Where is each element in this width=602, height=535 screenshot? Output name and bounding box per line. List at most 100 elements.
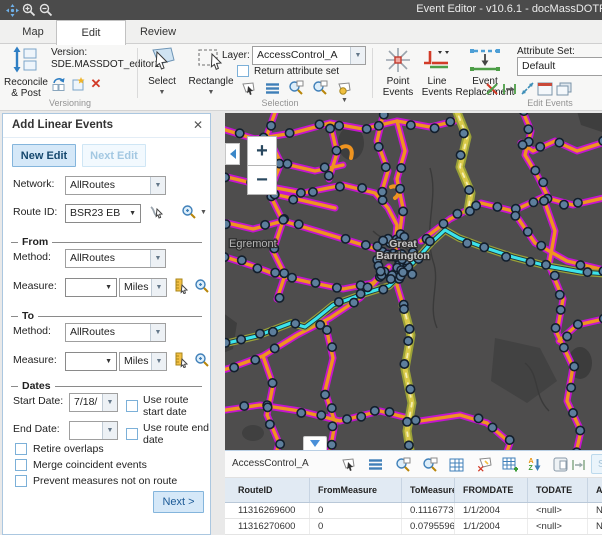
next-button[interactable]: Next >: [153, 491, 204, 513]
route-zoom-caret[interactable]: ▼: [200, 209, 207, 216]
table-zoom-to-selection-icon[interactable]: [394, 456, 411, 473]
from-method-caret[interactable]: ▼: [150, 250, 165, 267]
table-list-icon[interactable]: [367, 456, 384, 473]
attribute-window-icon[interactable]: [537, 81, 553, 97]
table-select-icon[interactable]: [340, 456, 357, 473]
point-events-button[interactable]: Point Events: [379, 47, 417, 98]
delete-version-icon[interactable]: ✕: [88, 76, 104, 92]
retire-overlaps-checkbox[interactable]: [15, 443, 27, 455]
column-header-routeid[interactable]: RouteID: [225, 478, 310, 502]
from-measure-picker-icon[interactable]: [173, 278, 189, 294]
panel-title: Add Linear Events: [12, 119, 113, 131]
save-button[interactable]: Save: [591, 454, 602, 474]
column-header-fromdate[interactable]: FROMDATE: [455, 478, 528, 502]
end-date-label: End Date:: [13, 423, 60, 435]
pan-icon[interactable]: [4, 2, 20, 18]
end-date-input[interactable]: ▼: [69, 421, 118, 440]
split-route-icon[interactable]: [519, 81, 535, 97]
start-date-input[interactable]: 7/18/ ▼: [69, 393, 118, 412]
column-header-accesscontrol[interactable]: AC: [588, 478, 602, 502]
split-event-icon[interactable]: [484, 81, 500, 97]
move-measures-icon[interactable]: [501, 81, 517, 97]
select-dropdown-caret[interactable]: ▼: [159, 87, 166, 98]
map-canvas: Egremont Great Barrington: [225, 113, 602, 450]
next-edit-button[interactable]: Next Edit: [82, 144, 146, 167]
table-sort-icon[interactable]: AZ: [526, 456, 543, 473]
table-row[interactable]: 11316269600 0 0.1116773 1/1/2004 <null> …: [225, 503, 602, 519]
from-method-select[interactable]: AllRoutes ▼: [65, 249, 166, 268]
layer-select-caret[interactable]: ▼: [350, 47, 365, 64]
tab-map[interactable]: Map: [10, 20, 56, 44]
line-events-button[interactable]: Line Events: [418, 47, 456, 98]
zoom-out-icon[interactable]: [38, 2, 54, 18]
column-header-todate[interactable]: TODATE: [528, 478, 588, 502]
use-route-end-date-checkbox[interactable]: [126, 428, 138, 440]
attribute-list-icon[interactable]: [264, 80, 280, 96]
map-zoom-in-button[interactable]: +: [247, 136, 277, 166]
select-route-on-map-icon[interactable]: [149, 204, 165, 220]
close-icon[interactable]: ✕: [193, 118, 203, 132]
pan-to-selection-icon[interactable]: [312, 80, 328, 96]
from-measure-input[interactable]: ▼: [65, 278, 117, 297]
table-grid-icon[interactable]: [448, 456, 465, 473]
table-move-measure-icon[interactable]: [570, 456, 587, 473]
zoom-in-icon[interactable]: [21, 2, 37, 18]
to-measure-value: [66, 353, 101, 370]
table-clear-selection-icon[interactable]: ✕: [475, 456, 492, 473]
selection-options-icon[interactable]: [336, 80, 352, 96]
from-units-caret[interactable]: ▼: [151, 279, 166, 296]
network-select[interactable]: AllRoutes ▼: [65, 176, 166, 195]
return-attribute-set-checkbox[interactable]: [237, 65, 249, 77]
to-zoom-icon[interactable]: [194, 352, 210, 368]
new-edit-button[interactable]: New Edit: [12, 144, 76, 167]
from-section-label: From: [22, 236, 48, 248]
merge-coincident-checkbox[interactable]: [15, 459, 27, 471]
route-zoom-icon[interactable]: [181, 204, 197, 220]
map-label-egremont: Egremont: [229, 238, 277, 250]
to-units-select[interactable]: Miles ▼: [119, 352, 167, 371]
prevent-measures-checkbox[interactable]: [15, 475, 27, 487]
end-date-caret[interactable]: ▼: [102, 422, 117, 439]
to-method-caret[interactable]: ▼: [150, 324, 165, 341]
layer-select[interactable]: AccessControl_A ▼: [252, 46, 366, 65]
from-zoom-icon[interactable]: [194, 278, 210, 294]
map-view[interactable]: Egremont Great Barrington + −: [225, 113, 602, 450]
column-header-frommeasure[interactable]: FromMeasure: [310, 478, 402, 502]
from-measure-caret[interactable]: ▼: [101, 279, 116, 296]
tab-edit[interactable]: Edit: [56, 20, 126, 45]
rectangle-dropdown-caret[interactable]: ▼: [208, 87, 215, 98]
expand-table-tab[interactable]: [303, 436, 327, 450]
option-row: Merge coincident events: [15, 459, 147, 471]
start-date-caret[interactable]: ▼: [102, 394, 117, 411]
table-add-row-icon[interactable]: [501, 456, 518, 473]
network-select-caret[interactable]: ▼: [150, 177, 165, 194]
select-events-icon[interactable]: [240, 80, 256, 96]
new-version-icon[interactable]: [70, 76, 86, 92]
reconcile-post-button[interactable]: Reconcile & Post: [4, 46, 48, 99]
from-measure-value: [66, 279, 101, 296]
to-units-caret[interactable]: ▼: [151, 353, 166, 370]
reconcile-version-icon[interactable]: [51, 76, 67, 92]
stacked-windows-icon[interactable]: [556, 81, 572, 97]
to-measure-input[interactable]: ▼: [65, 352, 117, 371]
tab-review[interactable]: Review: [128, 20, 188, 44]
to-measure-picker-icon[interactable]: [173, 352, 189, 368]
from-units-value: Miles: [120, 279, 151, 296]
attribute-set-select[interactable]: Default: [517, 57, 602, 76]
point-events-label1: Point: [387, 76, 410, 87]
table-pan-to-selection-icon[interactable]: [421, 456, 438, 473]
route-id-caret[interactable]: ▼: [125, 205, 140, 222]
to-method-select[interactable]: AllRoutes ▼: [65, 323, 166, 342]
table-row[interactable]: 11316270600 0 0.0795596 1/1/2004 <null> …: [225, 519, 602, 535]
select-tool-button[interactable]: Select ▼: [141, 46, 183, 98]
collapse-panel-button[interactable]: [225, 143, 240, 165]
table-identify-icon[interactable]: [552, 456, 569, 473]
route-id-select[interactable]: BSR23 EB ▼: [65, 204, 141, 223]
use-route-start-date-checkbox[interactable]: [126, 400, 138, 412]
map-zoom-out-button[interactable]: −: [247, 165, 277, 195]
column-header-tomeasure[interactable]: ToMeasure: [402, 478, 455, 502]
zoom-to-selection-icon[interactable]: [288, 80, 304, 96]
selection-group-label: Selection: [200, 98, 360, 108]
from-units-select[interactable]: Miles ▼: [119, 278, 167, 297]
to-measure-caret[interactable]: ▼: [101, 353, 116, 370]
